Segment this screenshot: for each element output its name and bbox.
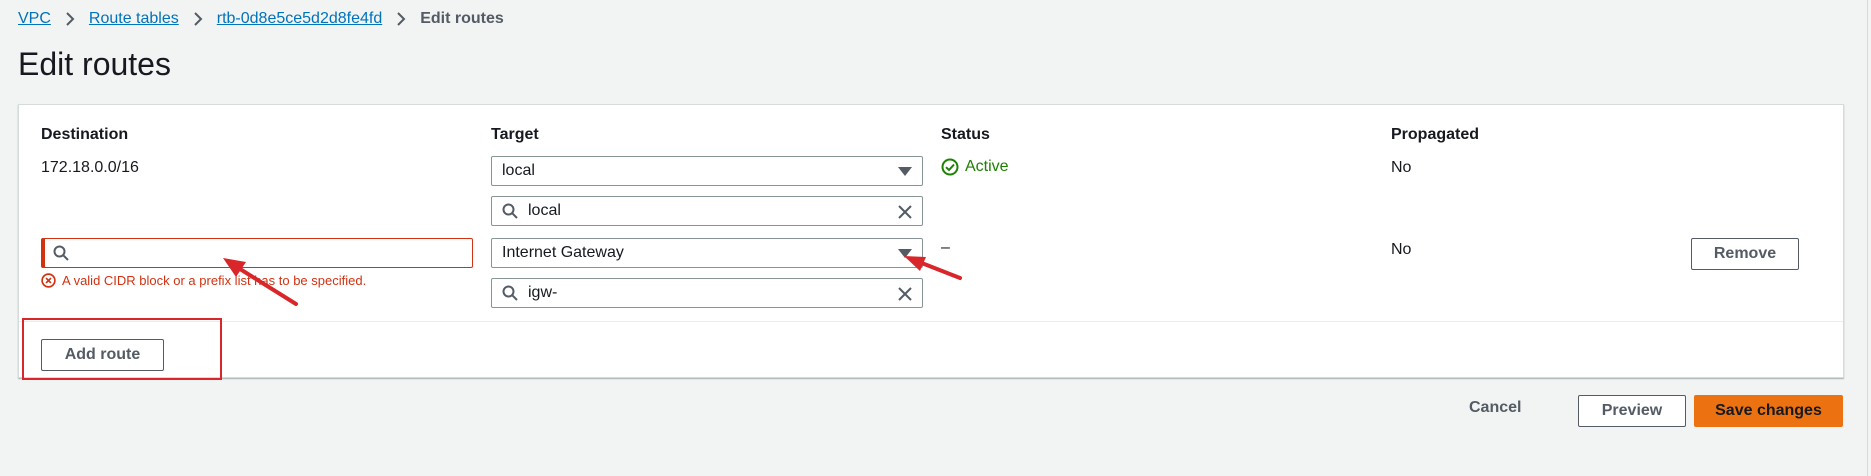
error-x-icon (41, 273, 56, 288)
target-search-value: igw- (528, 284, 558, 301)
cancel-button[interactable]: Cancel (1469, 399, 1521, 423)
target-select-value: local (502, 162, 535, 179)
close-icon[interactable] (896, 203, 914, 221)
destination-error: A valid CIDR block or a prefix list has … (41, 273, 366, 288)
propagated-value: No (1391, 159, 1412, 176)
destination-input[interactable] (41, 238, 473, 268)
breadcrumb-current: Edit routes (420, 10, 504, 27)
target-select[interactable]: Internet Gateway (491, 238, 923, 268)
routes-panel: Destination Target Status Propagated 172… (18, 104, 1844, 378)
breadcrumb-route-table-id[interactable]: rtb-0d8e5ce5d2d8fe4fd (217, 10, 382, 28)
column-header-propagated: Propagated (1391, 126, 1480, 143)
breadcrumb-route-tables[interactable]: Route tables (89, 10, 179, 28)
chevron-right-icon (193, 12, 203, 26)
target-search-value: local (528, 202, 561, 219)
close-icon[interactable] (896, 285, 914, 303)
window-edge (1867, 0, 1868, 476)
search-icon (502, 285, 518, 301)
target-select-value: Internet Gateway (502, 244, 624, 261)
status-value: – (941, 239, 950, 256)
annotation-highlight-box (22, 318, 222, 380)
save-changes-button[interactable]: Save changes (1694, 395, 1843, 427)
remove-button[interactable]: Remove (1691, 238, 1799, 270)
status-active: Active (941, 158, 1009, 176)
preview-button[interactable]: Preview (1578, 395, 1686, 427)
column-header-target: Target (491, 126, 539, 143)
target-search-input[interactable]: igw- (491, 278, 923, 308)
target-search-input[interactable]: local (491, 196, 923, 226)
breadcrumb-vpc[interactable]: VPC (18, 10, 51, 28)
chevron-right-icon (396, 12, 406, 26)
column-header-status: Status (941, 126, 990, 143)
check-circle-icon (941, 158, 959, 176)
propagated-value: No (1391, 241, 1412, 258)
status-label: Active (965, 158, 1009, 175)
divider (19, 321, 1843, 322)
caret-down-icon (898, 167, 912, 176)
breadcrumb: VPC Route tables rtb-0d8e5ce5d2d8fe4fd E… (18, 8, 504, 30)
search-icon (502, 203, 518, 219)
target-select[interactable]: local (491, 156, 923, 186)
chevron-right-icon (65, 12, 75, 26)
route-destination: 172.18.0.0/16 (41, 159, 139, 176)
page-title: Edit routes (18, 46, 171, 82)
column-header-destination: Destination (41, 126, 129, 143)
caret-down-icon[interactable] (898, 249, 912, 258)
search-icon (53, 245, 69, 261)
error-text: A valid CIDR block or a prefix list has … (62, 273, 367, 288)
